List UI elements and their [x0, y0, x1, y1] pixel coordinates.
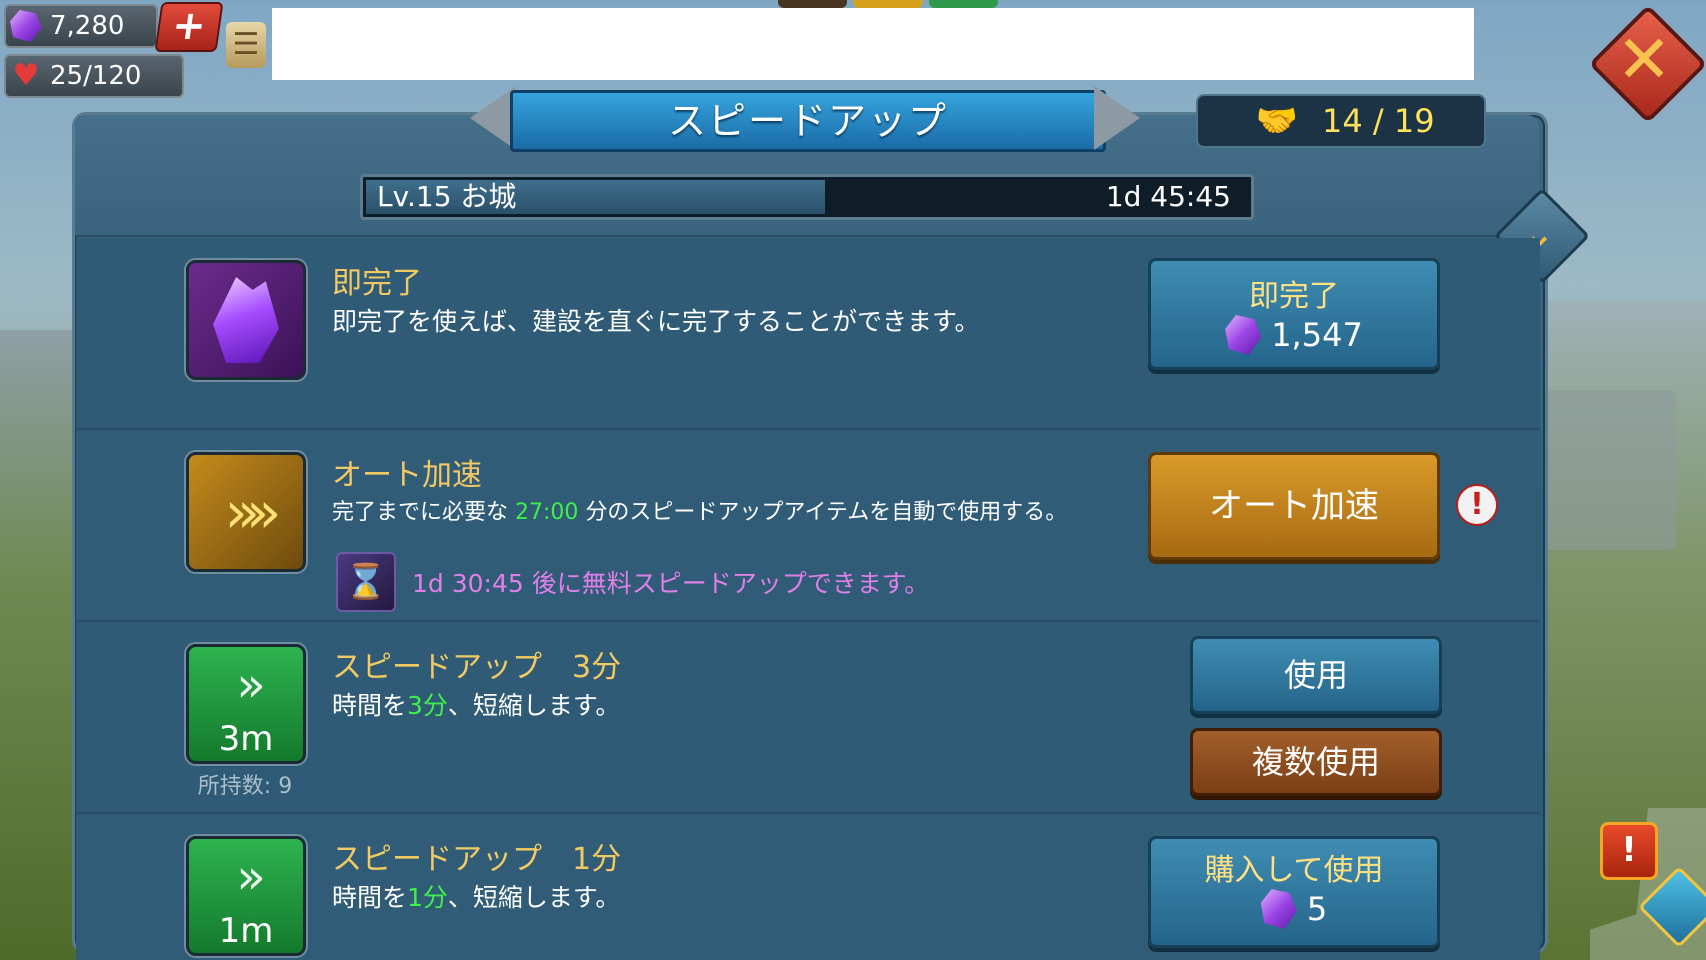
- gem-counter: 7,280: [4, 4, 158, 48]
- button-cost: 1,547: [1151, 315, 1437, 355]
- owned-count: 所持数: 9: [197, 774, 293, 799]
- handshake-icon: 🤝: [1255, 101, 1299, 141]
- desc-suffix: 分のスピードアップアイテムを自動で使用する。: [585, 500, 1068, 525]
- item-description: 時間を3分、短縮します。: [332, 686, 620, 722]
- auto-speedup-button[interactable]: オート加速: [1148, 452, 1440, 560]
- top-tab-brown[interactable]: [778, 0, 848, 8]
- build-progress-bar: Lv.15 お城 1d 45:45: [360, 174, 1254, 220]
- button-title: 即完了: [1249, 279, 1339, 314]
- item-description: 完了までに必要な 27:00 分のスピードアップアイテムを自動で使用する。: [332, 494, 1067, 526]
- speedup-3m-icon: » 3m: [186, 644, 306, 764]
- redacted-banner: [272, 8, 1474, 80]
- hourglass-icon: ⌛: [336, 552, 396, 612]
- use-button[interactable]: 使用: [1190, 636, 1442, 714]
- next-arrow-icon[interactable]: [1094, 86, 1140, 150]
- desc-highlight: 3分: [407, 691, 448, 720]
- time-remaining: 1d 45:45: [1105, 180, 1231, 213]
- top-tab-gold[interactable]: [853, 0, 923, 8]
- desc-suffix: 、短縮します。: [447, 691, 621, 720]
- gem-icon: [1260, 889, 1297, 929]
- alert-shield-icon: !: [1600, 822, 1658, 880]
- item-title: 即完了: [332, 266, 422, 301]
- heart-icon: ♥: [12, 58, 40, 93]
- cost-value: 1,547: [1271, 316, 1363, 354]
- auto-speedup-icon: »»: [186, 452, 306, 572]
- gem-count: 7,280: [50, 11, 125, 41]
- alliance-help-counter[interactable]: 🤝 14 / 19: [1196, 94, 1486, 148]
- gem-icon: [1225, 315, 1262, 355]
- item-title: オート加速: [332, 458, 482, 493]
- item-title: スピードアップ 3分: [332, 650, 622, 685]
- close-icon: ✕: [1616, 21, 1672, 98]
- quest-scroll-icon[interactable]: ☰: [226, 22, 266, 68]
- button-title: 購入して使用: [1204, 853, 1384, 888]
- button-cost: 5: [1151, 889, 1437, 929]
- stamina-count: 25/120: [50, 61, 142, 91]
- item-description: 即完了を使えば、建設を直ぐに完了することができます。: [332, 307, 980, 336]
- desc-prefix: 時間を: [332, 691, 408, 720]
- desc-highlight: 1分: [407, 883, 448, 912]
- cost-value: 5: [1306, 890, 1328, 928]
- free-speedup-hint: 1d 30:45 後に無料スピードアップできます。: [412, 569, 930, 598]
- background-castle-wall: [1536, 390, 1676, 550]
- close-button[interactable]: ✕: [1588, 4, 1706, 124]
- gem-icon: [10, 10, 42, 42]
- icon-time-label: 1m: [218, 911, 274, 951]
- desc-suffix: 、短縮します。: [447, 883, 621, 912]
- instant-complete-button[interactable]: 即完了 1,547: [1148, 258, 1440, 370]
- top-tabs: [778, 0, 998, 8]
- icon-time-label: 3m: [218, 719, 274, 759]
- desc-prefix: 完了までに必要な: [332, 500, 509, 525]
- item-title: スピードアップ 1分: [332, 842, 622, 877]
- alert-icon: !: [1456, 484, 1498, 526]
- multi-use-button[interactable]: 複数使用: [1190, 728, 1442, 796]
- alliance-help-count: 14 / 19: [1322, 102, 1435, 140]
- speedup-1m-icon: » 1m: [186, 836, 306, 956]
- event-tower-button[interactable]: !: [1590, 808, 1706, 960]
- top-tab-green[interactable]: [928, 0, 998, 8]
- desc-highlight: 27:00: [515, 500, 579, 525]
- stamina-counter: ♥ 25/120: [4, 54, 184, 98]
- buy-gems-button[interactable]: +: [154, 2, 224, 52]
- title-banner: スピードアップ: [470, 86, 1140, 152]
- item-description: 時間を1分、短縮します。: [332, 878, 620, 914]
- page-title: スピードアップ: [510, 90, 1106, 152]
- desc-prefix: 時間を: [332, 883, 408, 912]
- building-label: Lv.15 お城: [377, 180, 517, 213]
- buy-and-use-button[interactable]: 購入して使用 5: [1148, 836, 1440, 948]
- purple-crystal-icon: [186, 260, 306, 380]
